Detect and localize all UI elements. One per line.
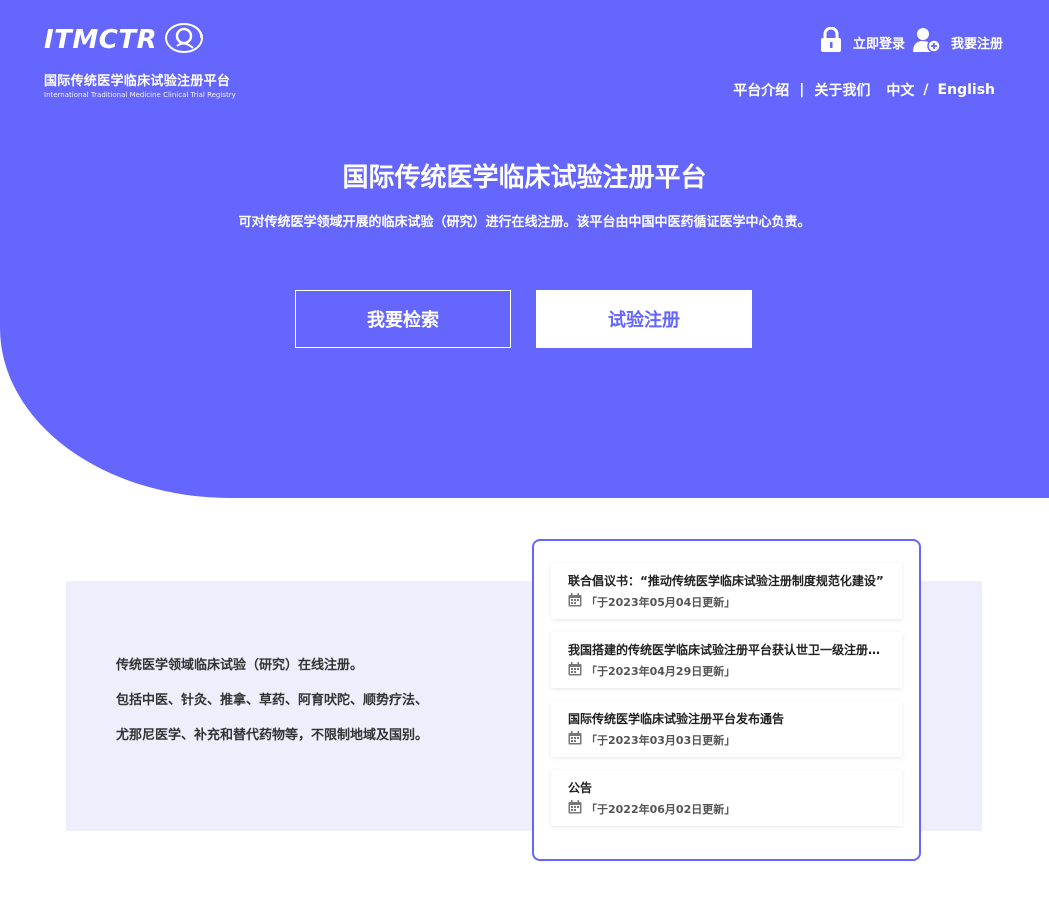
info-line: 尤那尼医学、补充和替代药物等，不限制地域及国别。 xyxy=(116,728,429,743)
news-item[interactable]: 国际传统医学临床试验注册平台发布通告 「于2023年03月03日更新」 xyxy=(551,701,902,757)
nav-lang-cn[interactable]: 中文 xyxy=(886,80,914,100)
news-item[interactable]: 我国搭建的传统医学临床试验注册平台获认世卫一级注册机构 「于2023年04月29… xyxy=(551,632,902,688)
top-nav: 平台介绍 | 关于我们 中文 / English xyxy=(733,80,995,100)
news-date: 「于2023年05月04日更新」 xyxy=(586,595,736,609)
info-text: 传统医学领域临床试验（研究）在线注册。 包括中医、针灸、推拿、草药、阿育吠陀、顺… xyxy=(116,657,428,762)
calendar-icon xyxy=(568,800,586,817)
news-title: 国际传统医学临床试验注册平台发布通告 xyxy=(568,712,785,726)
add-user-icon xyxy=(912,27,941,57)
news-date: 「于2023年03月03日更新」 xyxy=(586,733,736,747)
hero-title: 国际传统医学临床试验注册平台 xyxy=(342,163,707,193)
hero-subtitle: 可对传统医学领域开展的临床试验（研究）进行在线注册。该平台由中国中医药循证医学中… xyxy=(238,215,811,230)
info-line: 传统医学领域临床试验（研究）在线注册。 xyxy=(116,658,364,673)
nav-lang-en[interactable]: English xyxy=(938,82,995,98)
logo-name-cn: 国际传统医学临床试验注册平台 xyxy=(44,74,231,89)
nav-platform-intro[interactable]: 平台介绍 xyxy=(733,80,789,100)
nav-separator: | xyxy=(799,82,805,98)
news-date: 「于2023年04月29日更新」 xyxy=(586,664,736,678)
news-title: 联合倡议书：“推动传统医学临床试验注册制度规范化建设” xyxy=(568,574,884,588)
account-links: 立即登录 我要注册 xyxy=(819,26,1003,57)
trial-register-button[interactable]: 试验注册 xyxy=(536,290,752,348)
logo-text: ITMCTR xyxy=(44,25,158,55)
news-date: 「于2022年06月02日更新」 xyxy=(586,802,736,816)
nav-lang-separator: / xyxy=(923,82,929,98)
news-item[interactable]: 公告 「于2022年06月02日更新」 xyxy=(551,770,902,826)
logo-name-en: International Traditional Medicine Clini… xyxy=(44,91,236,99)
calendar-icon xyxy=(568,593,586,610)
login-link[interactable]: 立即登录 xyxy=(853,33,905,52)
signup-link[interactable]: 我要注册 xyxy=(951,33,1003,52)
calendar-icon xyxy=(568,731,586,748)
nav-about-us[interactable]: 关于我们 xyxy=(814,80,870,100)
logo[interactable]: ITMCTR 国际传统医学临床试验注册平台 International Trad… xyxy=(44,20,236,99)
calendar-icon xyxy=(568,662,586,679)
news-title: 我国搭建的传统医学临床试验注册平台获认世卫一级注册机构 xyxy=(568,643,888,657)
news-panel: 联合倡议书：“推动传统医学临床试验注册制度规范化建设” 「于2023年05月04… xyxy=(532,539,921,861)
news-item[interactable]: 联合倡议书：“推动传统医学临床试验注册制度规范化建设” 「于2023年05月04… xyxy=(551,563,902,619)
info-line: 包括中医、针灸、推拿、草药、阿育吠陀、顺势疗法、 xyxy=(116,693,429,708)
search-button[interactable]: 我要检索 xyxy=(295,290,511,348)
news-title: 公告 xyxy=(568,781,593,795)
logo-mark-icon xyxy=(163,20,205,60)
lock-icon xyxy=(819,26,843,57)
